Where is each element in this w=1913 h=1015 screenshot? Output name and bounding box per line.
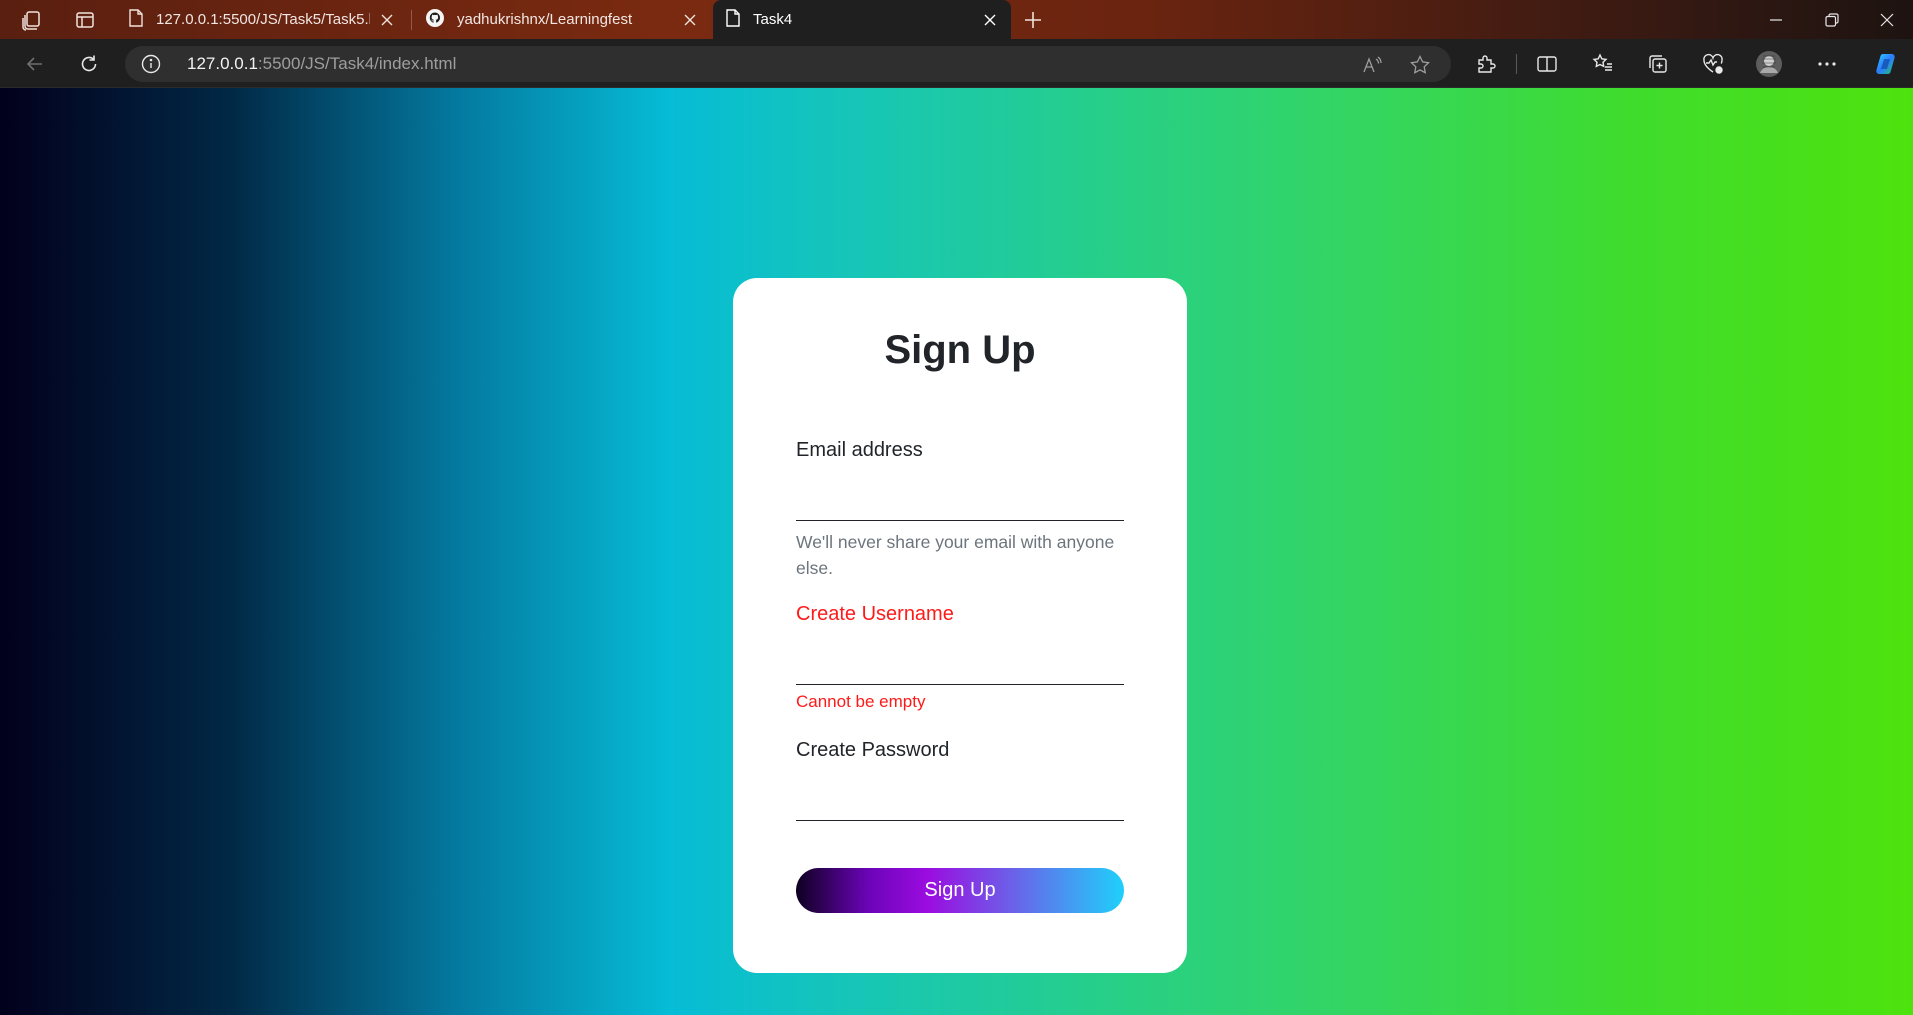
url-text: 127.0.0.1:5500/JS/Task4/index.html (187, 54, 456, 74)
tab-title: 127.0.0.1:5500/JS/Task5/Task5.html (156, 11, 370, 28)
copilot-icon[interactable] (1871, 48, 1903, 80)
email-label: Email address (796, 439, 923, 461)
page-viewport: Sign Up Email address We'll never share … (0, 88, 1913, 1015)
favorites-icon[interactable] (1587, 48, 1619, 80)
username-label: Create Username (796, 603, 954, 625)
tab-separator (411, 10, 412, 30)
browser-toolbar: 127.0.0.1:5500/JS/Task4/index.html (0, 39, 1913, 88)
tab-title: Task4 (753, 11, 793, 28)
tab-task5[interactable]: 127.0.0.1:5500/JS/Task5/Task5.html (116, 0, 408, 39)
window-close-icon[interactable] (1860, 0, 1913, 39)
collections-icon[interactable] (1642, 48, 1674, 80)
file-icon (725, 8, 741, 31)
toolbar-divider (1516, 54, 1517, 74)
close-icon[interactable] (981, 11, 999, 29)
restore-icon[interactable] (1804, 0, 1860, 39)
new-tab-icon[interactable] (1018, 5, 1048, 35)
profile-avatar-icon[interactable] (1753, 48, 1785, 80)
signup-card: Sign Up Email address We'll never share … (733, 278, 1187, 973)
minimize-icon[interactable] (1748, 0, 1804, 39)
password-field[interactable] (796, 781, 1124, 821)
browser-tab-strip: 127.0.0.1:5500/JS/Task5/Task5.html yadhu… (0, 0, 1913, 39)
tab-actions-icon[interactable] (70, 5, 100, 35)
extensions-icon[interactable] (1470, 48, 1502, 80)
tab-task4[interactable]: Task4 (713, 0, 1011, 39)
back-icon[interactable] (18, 47, 52, 81)
tab-title: yadhukrishnx/Learningfest (457, 11, 633, 28)
email-help-text: We'll never share your email with anyone… (796, 532, 1115, 578)
email-field[interactable] (796, 481, 1124, 521)
read-aloud-icon[interactable] (1359, 52, 1385, 78)
username-field[interactable] (796, 645, 1124, 685)
username-error-text: Cannot be empty (796, 692, 926, 711)
tab-github[interactable]: yadhukrishnx/Learningfest (413, 0, 711, 39)
split-screen-icon[interactable] (1531, 48, 1563, 80)
close-icon[interactable] (378, 11, 396, 29)
refresh-icon[interactable] (72, 47, 106, 81)
address-bar[interactable]: 127.0.0.1:5500/JS/Task4/index.html (125, 46, 1451, 82)
more-options-icon[interactable] (1811, 48, 1843, 80)
sign-up-button[interactable]: Sign Up (796, 868, 1124, 913)
password-label: Create Password (796, 739, 950, 761)
close-icon[interactable] (681, 11, 699, 29)
info-icon[interactable] (141, 54, 161, 74)
url-host: 127.0.0.1 (187, 54, 258, 73)
url-path: :5500/JS/Task4/index.html (257, 54, 457, 73)
workspaces-icon[interactable] (17, 5, 47, 35)
github-icon (425, 8, 445, 32)
favorite-star-icon[interactable] (1407, 52, 1433, 78)
file-icon (128, 8, 144, 31)
browser-essentials-icon[interactable] (1697, 48, 1729, 80)
page-title: Sign Up (884, 328, 1036, 372)
